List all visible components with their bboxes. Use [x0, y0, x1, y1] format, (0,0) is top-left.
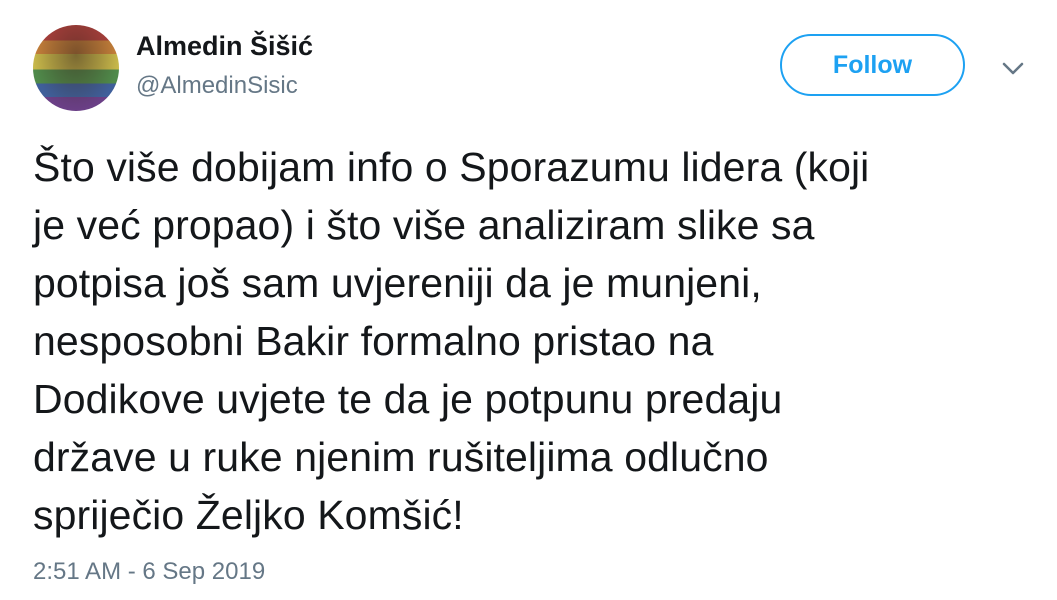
tweet-text: Što više dobijam info o Sporazumu lidera… [33, 144, 870, 538]
avatar[interactable] [33, 25, 119, 111]
avatar-photo-shade [33, 25, 119, 111]
author-display-name[interactable]: Almedin Šišić [136, 31, 313, 62]
tweet-card: Almedin Šišić @AlmedinSisic Follow Što v… [0, 0, 1057, 600]
tweet-timestamp[interactable]: 2:51 AM - 6 Sep 2019 [33, 558, 265, 586]
chevron-down-icon[interactable] [998, 56, 1028, 80]
follow-button[interactable]: Follow [780, 34, 965, 96]
author-handle[interactable]: @AlmedinSisic [136, 72, 298, 100]
